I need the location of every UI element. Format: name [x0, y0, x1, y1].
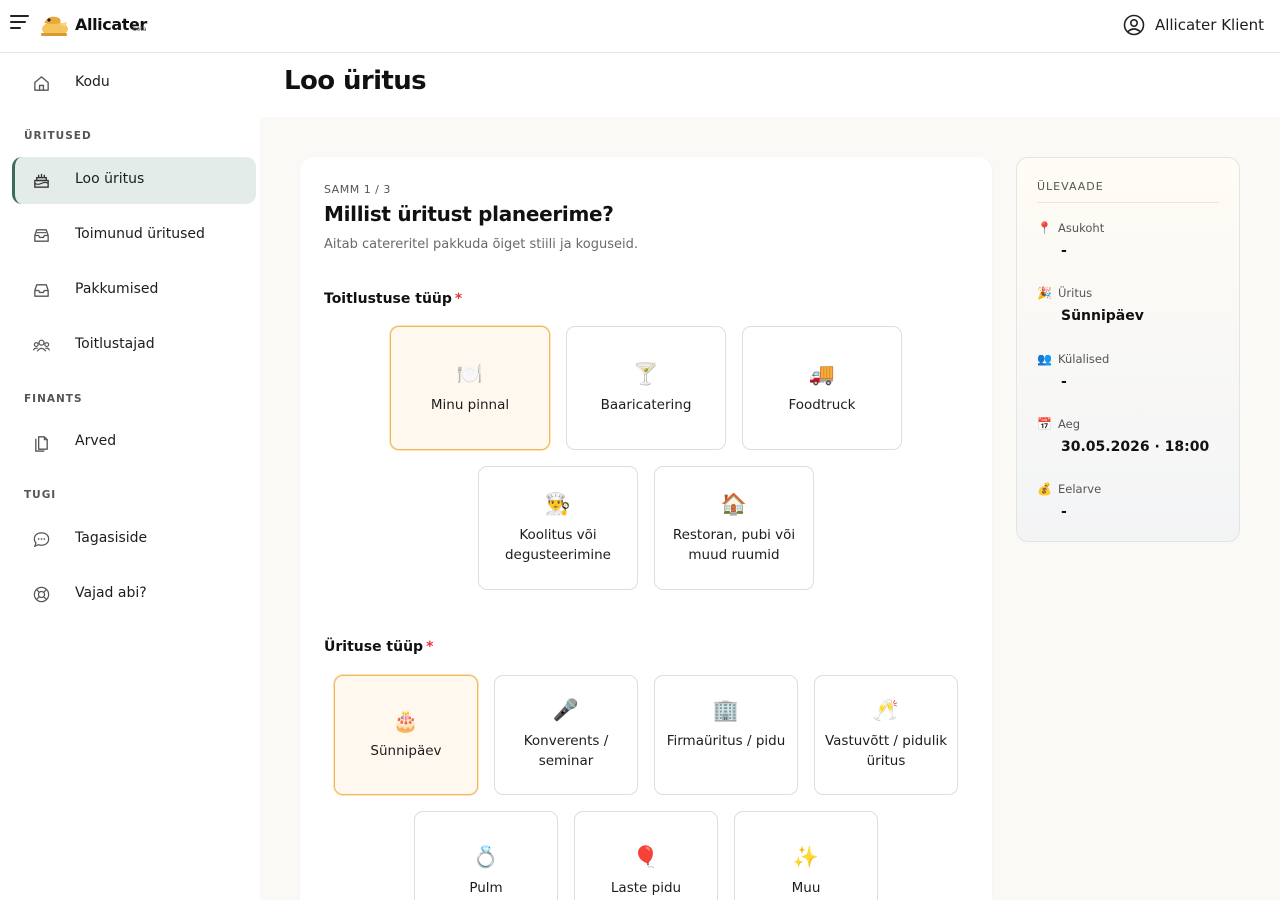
office-building-icon: 🏢: [712, 698, 740, 722]
overview-label: Aeg: [1058, 417, 1081, 431]
event-option-conference[interactable]: 🎤 Konverents / seminar: [494, 675, 638, 795]
overview-label: Üritus: [1058, 286, 1093, 300]
champagne-glasses-icon: 🥂: [872, 698, 900, 722]
option-label: Minu pinnal: [430, 397, 510, 413]
money-bag-icon: 💰: [1037, 482, 1052, 496]
sidebar-item-label: Loo üritus: [75, 171, 145, 187]
plate-icon: 🍽️: [456, 362, 484, 386]
event-option-wedding[interactable]: 💍 Pulm: [414, 811, 558, 900]
section-label-support: TUGI: [24, 489, 57, 501]
truck-icon: 🚚: [808, 362, 836, 386]
sidebar: Kodu ÜRITUSED Loo üritus Toimunud üritus…: [0, 53, 260, 900]
sparkles-icon: ✨: [792, 845, 820, 869]
sidebar-item-label: Toimunud üritused: [75, 226, 205, 242]
option-label: Vastuvõtt / pidulik üritus: [824, 733, 948, 769]
option-label: Pulm: [469, 880, 503, 896]
allicater-logo[interactable]: [38, 11, 70, 39]
ring-icon: 💍: [472, 845, 500, 869]
step-indicator: SAMM 1 / 3: [324, 183, 391, 196]
user-account-icon: [1123, 14, 1145, 36]
event-type-label: Ürituse tüüp *: [324, 639, 434, 655]
sidebar-item-label: Toitlustajad: [75, 336, 155, 352]
option-label: Laste pidu: [610, 880, 682, 896]
catering-option-foodtruck[interactable]: 🚚 Foodtruck: [742, 326, 902, 450]
lifebuoy-icon: [33, 586, 50, 603]
inbox-icon: [34, 284, 49, 297]
guests-icon: 👥: [1037, 352, 1052, 366]
overview-label: Eelarve: [1058, 482, 1102, 496]
form-subtitle: Aitab catereritel pakkuda õiget stiili j…: [324, 237, 638, 252]
overview-value: -: [1061, 243, 1067, 259]
overview-label: Külalised: [1058, 352, 1110, 366]
option-label: Baaricatering: [600, 397, 692, 413]
house-icon: 🏠: [720, 492, 748, 516]
sidebar-item-label: Kodu: [75, 74, 110, 90]
top-bar: Allicater beta Allicater Klient: [0, 0, 1280, 53]
sidebar-item-offers[interactable]: Pakkumised: [12, 267, 256, 314]
user-name: Allicater Klient: [1154, 16, 1264, 34]
event-option-other[interactable]: ✨ Muu: [734, 811, 878, 900]
option-label: Muu: [791, 880, 821, 896]
hamburger-menu-icon[interactable]: [10, 15, 30, 35]
balloon-icon: 🎈: [632, 845, 660, 869]
option-label: Firmaüritus / pidu: [666, 733, 786, 749]
overview-value: -: [1061, 504, 1067, 520]
calendar-icon: 📅: [1037, 417, 1052, 431]
option-label: Konverents / seminar: [523, 733, 609, 769]
pin-icon: 📍: [1037, 221, 1052, 235]
tray-stack-icon: [34, 229, 49, 242]
sidebar-item-label: Pakkumised: [75, 281, 159, 297]
option-label: Restoran, pubi või muud ruumid: [672, 527, 796, 563]
chef-icon: 👨‍🍳: [544, 492, 572, 516]
catering-option-restaurant[interactable]: 🏠 Restoran, pubi või muud ruumid: [654, 466, 814, 590]
divider: [1037, 202, 1219, 203]
overview-value: 30.05.2026 · 18:00: [1061, 439, 1210, 455]
overview-value: -: [1061, 374, 1067, 390]
catering-type-label: Toitlustuse tüüp *: [324, 291, 463, 307]
beta-badge: beta: [133, 26, 147, 33]
cake-icon: 🎂: [392, 709, 420, 733]
page-title: Loo üritus: [284, 66, 427, 96]
cocktail-icon: 🍸: [632, 362, 660, 386]
event-option-kids-party[interactable]: 🎈 Laste pidu: [574, 811, 718, 900]
event-form-card: SAMM 1 / 3 Millist üritust planeerime? A…: [300, 157, 992, 900]
user-menu[interactable]: Allicater Klient: [1123, 14, 1264, 36]
catering-option-bar[interactable]: 🍸 Baaricatering: [566, 326, 726, 450]
required-mark: *: [426, 639, 434, 655]
overview-panel: ÜLEVAADE 📍 Asukoht - 🎉 Üritus Sünnipäev …: [1016, 157, 1240, 542]
users-group-icon: [32, 339, 51, 352]
catering-option-own-venue[interactable]: 🍽️ Minu pinnal: [390, 326, 550, 450]
cake-icon: [34, 173, 49, 188]
event-option-reception[interactable]: 🥂 Vastuvõtt / pidulik üritus: [814, 675, 958, 795]
party-popper-icon: 🎉: [1037, 286, 1052, 300]
sidebar-item-label: Vajad abi?: [75, 585, 147, 601]
sidebar-item-create-event[interactable]: Loo üritus: [12, 157, 256, 204]
chat-bubble-icon: [33, 532, 50, 548]
sidebar-item-help[interactable]: Vajad abi?: [12, 571, 256, 618]
sidebar-item-past-events[interactable]: Toimunud üritused: [12, 212, 256, 259]
sidebar-item-home[interactable]: Kodu: [12, 60, 256, 107]
overview-value: Sünnipäev: [1061, 308, 1144, 324]
sidebar-item-label: Tagasiside: [75, 530, 148, 546]
overview-label: Asukoht: [1058, 221, 1105, 235]
event-option-corporate[interactable]: 🏢 Firmaüritus / pidu: [654, 675, 798, 795]
sidebar-item-feedback[interactable]: Tagasiside: [12, 516, 256, 563]
microphone-icon: 🎤: [552, 698, 580, 722]
section-label-finance: FINANTS: [24, 393, 83, 405]
option-label: Foodtruck: [788, 397, 856, 413]
event-option-birthday[interactable]: 🎂 Sünnipäev: [334, 675, 478, 795]
required-mark: *: [454, 291, 463, 307]
catering-option-training[interactable]: 👨‍🍳 Koolitus või degusteerimine: [478, 466, 638, 590]
overview-title: ÜLEVAADE: [1037, 180, 1104, 193]
home-icon: [34, 76, 49, 91]
sidebar-item-label: Arved: [75, 433, 117, 449]
sidebar-item-invoices[interactable]: Arved: [12, 419, 256, 466]
section-label-events: ÜRITUSED: [24, 130, 92, 142]
sidebar-item-caterers[interactable]: Toitlustajad: [12, 322, 256, 369]
option-label: Koolitus või degusteerimine: [504, 527, 611, 563]
documents-icon: [35, 436, 48, 452]
option-label: Sünnipäev: [370, 743, 442, 759]
form-title: Millist üritust planeerime?: [324, 202, 614, 226]
